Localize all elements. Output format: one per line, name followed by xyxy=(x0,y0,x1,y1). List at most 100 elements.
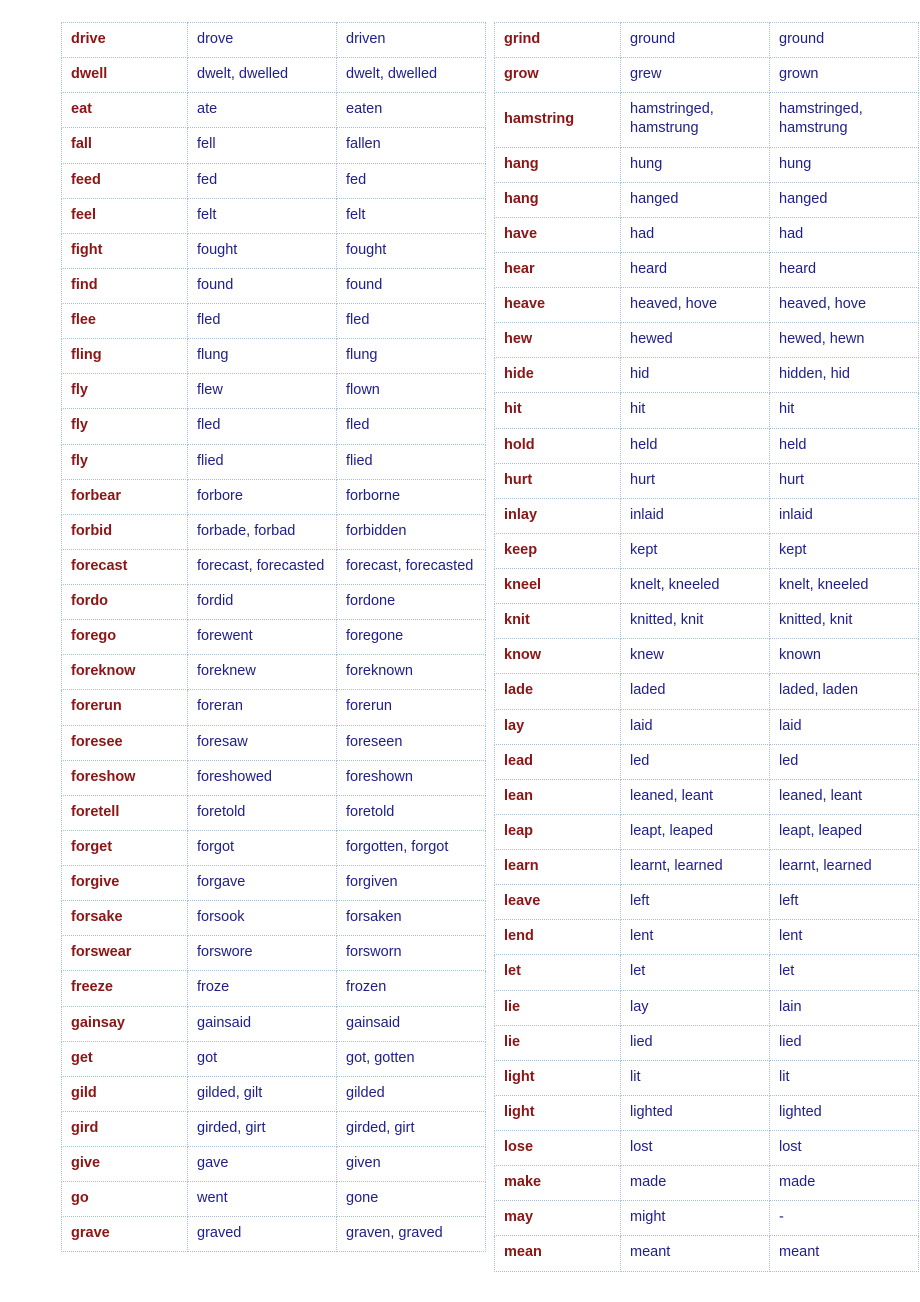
verb-past-participle-cell: foregone xyxy=(336,619,486,656)
verb-past-simple-cell: forgot xyxy=(187,829,337,867)
verb-base-form-cell: leave xyxy=(494,884,621,921)
verb-base-form-cell: inlay xyxy=(494,497,621,534)
verb-past-simple-cell: hurt xyxy=(620,462,770,499)
table-row: dwell dwelt, dwelled dwelt, dwelled xyxy=(61,57,486,94)
verb-base-form-cell: foreknow xyxy=(61,654,188,691)
verb-past-participle-cell: gilded xyxy=(336,1075,486,1112)
verb-base-form-cell: kneel xyxy=(494,567,621,605)
verb-past-simple-cell: graved xyxy=(187,1216,337,1253)
verb-past-participle-cell: forgiven xyxy=(336,864,486,902)
verb-past-simple-cell: hit xyxy=(620,392,770,429)
verb-past-simple-cell: foresaw xyxy=(187,724,337,761)
verb-past-participle-cell: foreseen xyxy=(336,724,486,761)
table-row: find found found xyxy=(61,267,486,305)
verb-past-simple-cell: kept xyxy=(620,532,770,570)
verb-base-form-cell: drive xyxy=(61,21,188,59)
verb-past-simple-cell: fought xyxy=(187,232,337,269)
table-row: get got got, gotten xyxy=(61,1040,486,1077)
table-row: fall fell fallen xyxy=(61,127,486,164)
verb-past-simple-cell: meant xyxy=(620,1235,770,1272)
verb-past-simple-cell: held xyxy=(620,427,770,464)
verb-past-simple-cell: lit xyxy=(620,1059,770,1096)
verb-past-simple-cell: made xyxy=(620,1165,770,1202)
table-row: fly flew flown xyxy=(61,373,486,410)
verb-base-form-cell: fly xyxy=(61,443,188,480)
table-row: gild gilded, gilt gilded xyxy=(61,1075,486,1112)
table-row: lose lost lost xyxy=(494,1129,919,1167)
verb-past-simple-cell: ground xyxy=(620,21,770,59)
verb-past-participle-cell: fled xyxy=(336,408,486,445)
table-row: go went gone xyxy=(61,1181,486,1218)
verb-past-participle-cell: had xyxy=(769,216,919,253)
verb-past-simple-cell: froze xyxy=(187,970,337,1007)
verb-past-participle-cell: hamstringed, hamstrung xyxy=(769,92,919,148)
table-row: foresee foresaw foreseen xyxy=(61,724,486,761)
verb-past-participle-cell: hewed, hewn xyxy=(769,322,919,359)
verb-past-participle-cell: kept xyxy=(769,532,919,570)
verb-past-participle-cell: forsaken xyxy=(336,900,486,937)
verb-past-simple-cell: fled xyxy=(187,408,337,445)
verb-past-simple-cell: fell xyxy=(187,127,337,164)
verb-past-simple-cell: lost xyxy=(620,1129,770,1167)
table-row: lead led led xyxy=(494,743,919,780)
verb-past-participle-cell: given xyxy=(336,1145,486,1183)
table-row: hit hit hit xyxy=(494,392,919,429)
irregular-verbs-table-left: drive drove driven dwell dwelt, dwelled dwelt… xyxy=(61,21,486,1253)
verb-past-simple-cell: went xyxy=(187,1181,337,1218)
table-row: leave left left xyxy=(494,884,919,921)
verb-base-form-cell: hurt xyxy=(494,462,621,499)
table-row: hew hewed hewed, hewn xyxy=(494,322,919,359)
verb-past-simple-cell: hid xyxy=(620,357,770,394)
table-row: give gave given xyxy=(61,1145,486,1183)
verb-past-simple-cell: leaned, leant xyxy=(620,778,770,815)
verb-past-participle-cell: found xyxy=(336,267,486,305)
table-row: hurt hurt hurt xyxy=(494,462,919,499)
verb-base-form-cell: fling xyxy=(61,338,188,375)
verb-past-participle-cell: ground xyxy=(769,21,919,59)
table-row: fordo fordid fordone xyxy=(61,583,486,621)
table-row: eat ate eaten xyxy=(61,92,486,129)
verb-base-form-cell: lay xyxy=(494,708,621,745)
verb-past-simple-cell: hung xyxy=(620,146,770,183)
verb-base-form-cell: fall xyxy=(61,127,188,164)
verb-base-form-cell: dwell xyxy=(61,57,188,94)
verb-past-simple-cell: leapt, leaped xyxy=(620,813,770,851)
verb-past-simple-cell: forswore xyxy=(187,935,337,972)
verb-past-participle-cell: foretold xyxy=(336,794,486,831)
verb-past-participle-cell: fought xyxy=(336,232,486,269)
verb-base-form-cell: gild xyxy=(61,1075,188,1112)
table-row: hang hanged hanged xyxy=(494,181,919,218)
verb-past-simple-cell: forbade, forbad xyxy=(187,513,337,550)
verb-base-form-cell: feed xyxy=(61,162,188,199)
verb-past-simple-cell: flied xyxy=(187,443,337,480)
table-row: learn learnt, learned learnt, learned xyxy=(494,848,919,886)
verb-past-participle-cell: fordone xyxy=(336,583,486,621)
verb-past-participle-cell: leaned, leant xyxy=(769,778,919,815)
table-row: lean leaned, leant leaned, leant xyxy=(494,778,919,815)
verb-base-form-cell: find xyxy=(61,267,188,305)
table-row: feel felt felt xyxy=(61,197,486,234)
verb-past-simple-cell: led xyxy=(620,743,770,780)
verb-base-form-cell: hold xyxy=(494,427,621,464)
verb-base-form-cell: know xyxy=(494,638,621,675)
table-row: forswear forswore forsworn xyxy=(61,935,486,972)
verb-base-form-cell: forego xyxy=(61,619,188,656)
verb-past-simple-cell: laid xyxy=(620,708,770,745)
verb-past-simple-cell: knew xyxy=(620,638,770,675)
verb-past-participle-cell: hung xyxy=(769,146,919,183)
verb-past-participle-cell: hit xyxy=(769,392,919,429)
verb-base-form-cell: forget xyxy=(61,829,188,867)
verb-past-simple-cell: forsook xyxy=(187,900,337,937)
verb-past-simple-cell: fed xyxy=(187,162,337,199)
right-table-block: grind ground ground grow grew grown hamstring h… xyxy=(494,21,919,1272)
verb-past-simple-cell: might xyxy=(620,1200,770,1237)
verb-base-form-cell: light xyxy=(494,1059,621,1096)
table-row: knit knitted, knit knitted, knit xyxy=(494,603,919,640)
verb-past-participle-cell: frozen xyxy=(336,970,486,1007)
table-row: fly fled fled xyxy=(61,408,486,445)
right-table-body: grind ground ground grow grew grown hamstring h… xyxy=(494,21,919,1272)
verb-past-simple-cell: knitted, knit xyxy=(620,603,770,640)
verb-past-simple-cell: gilded, gilt xyxy=(187,1075,337,1112)
verb-base-form-cell: gainsay xyxy=(61,1005,188,1042)
verb-base-form-cell: forerun xyxy=(61,689,188,726)
